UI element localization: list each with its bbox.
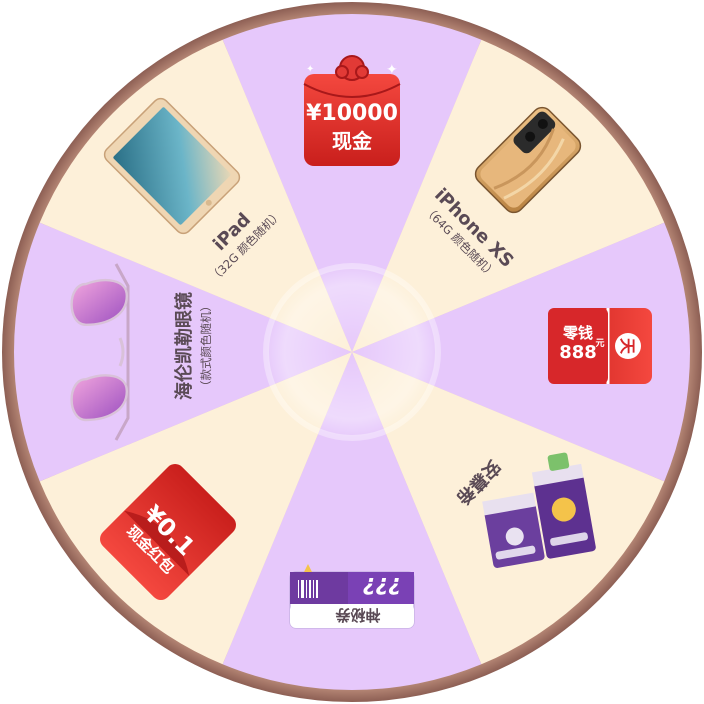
svg-text:✦: ✦ (306, 64, 314, 75)
prize-coupon888[interactable]: 天 888 元 零钱 (548, 308, 652, 384)
cash-label: 现金 (332, 129, 373, 153)
coupon-label: 零钱 (562, 324, 593, 342)
mystery-mark: ??? (363, 572, 402, 597)
cash-amount: ¥10000 (306, 101, 398, 126)
coupon-unit: 元 (595, 338, 604, 349)
mystery-title: 神秘券 (335, 606, 381, 624)
sunglasses-title: 海伦凯勒眼镜 (173, 292, 195, 400)
sunglasses-sub: （款式颜色随机） (199, 300, 213, 392)
prize-mystery[interactable]: ??? 神秘券 (289, 564, 415, 629)
coupon-amount: 888 (559, 342, 597, 363)
svg-text:✦: ✦ (386, 61, 398, 77)
coupon-stamp: 天 (618, 338, 637, 355)
prize-wheel[interactable]: ✦ ✦ ¥10000 现金 iPhone XS （64G 颜色随机） 天 888… (0, 0, 704, 704)
